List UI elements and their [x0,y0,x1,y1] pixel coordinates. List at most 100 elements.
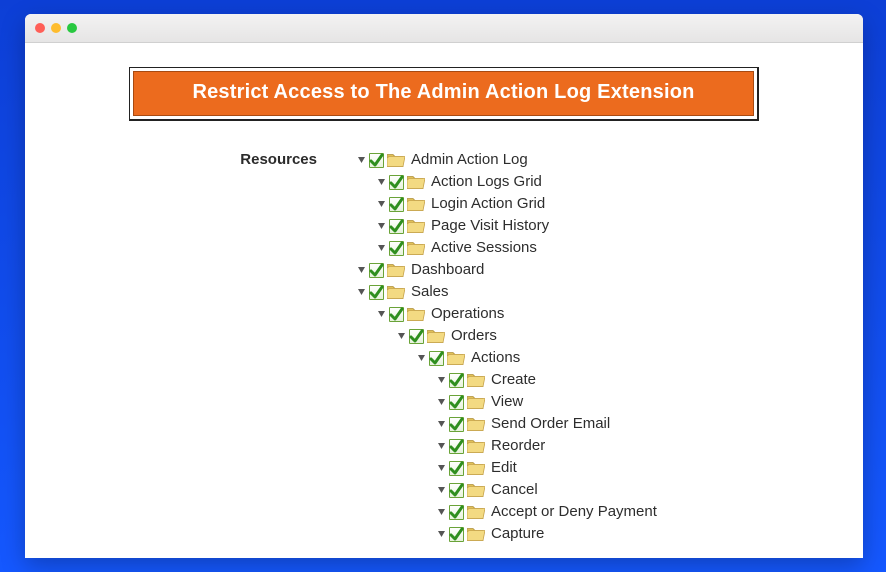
expand-toggle-icon[interactable] [375,310,387,319]
tree-node-label[interactable]: Page Visit History [431,215,549,237]
expand-toggle-icon[interactable] [435,530,447,539]
tree-node-label[interactable]: Send Order Email [491,413,610,435]
resource-checkbox[interactable] [369,263,384,278]
tree-node-label[interactable]: Action Logs Grid [431,171,542,193]
resource-checkbox[interactable] [449,527,464,542]
tree-row: Actions [415,347,863,369]
expand-toggle-icon[interactable] [375,244,387,253]
tree-row: Login Action Grid [375,193,863,215]
tree-row: Accept or Deny Payment [435,501,863,523]
resource-checkbox[interactable] [449,505,464,520]
folder-icon [407,218,425,234]
expand-toggle-icon[interactable] [375,222,387,231]
folder-icon [387,152,405,168]
tree-node-label[interactable]: Login Action Grid [431,193,545,215]
expand-toggle-icon[interactable] [435,420,447,429]
expand-toggle-icon[interactable] [435,442,447,451]
folder-icon [387,262,405,278]
tree-node-orders: OrdersActionsCreateViewSend Order EmailR… [395,325,863,545]
tree-node-label[interactable]: Operations [431,303,504,325]
tree-node-admin-action-log: Admin Action LogAction Logs GridLogin Ac… [355,149,863,259]
expand-toggle-icon[interactable] [375,200,387,209]
tree-node-operations: OperationsOrdersActionsCreateViewSend Or… [375,303,863,545]
tree-node-label[interactable]: Capture [491,523,544,545]
expand-toggle-icon[interactable] [375,178,387,187]
tree-node-label[interactable]: Dashboard [411,259,484,281]
resource-checkbox[interactable] [389,241,404,256]
resource-checkbox[interactable] [449,417,464,432]
resource-checkbox[interactable] [369,285,384,300]
resource-checkbox[interactable] [389,175,404,190]
tree-node-label[interactable]: Actions [471,347,520,369]
tree-row: Page Visit History [375,215,863,237]
folder-icon [407,196,425,212]
tree-row: Send Order Email [435,413,863,435]
tree-node-login-action-grid: Login Action Grid [375,193,863,215]
resource-checkbox[interactable] [449,461,464,476]
window-minimize-button[interactable] [51,23,61,33]
expand-toggle-icon[interactable] [355,156,367,165]
tree-row: Sales [355,281,863,303]
resource-checkbox[interactable] [389,307,404,322]
window-titlebar [25,14,863,43]
resource-checkbox[interactable] [449,395,464,410]
expand-toggle-icon[interactable] [435,376,447,385]
folder-icon [467,416,485,432]
tree-row: View [435,391,863,413]
tree-node-label[interactable]: Edit [491,457,517,479]
expand-toggle-icon[interactable] [355,288,367,297]
tree-node-label[interactable]: Admin Action Log [411,149,528,171]
tree-node-sales: SalesOperationsOrdersActionsCreateViewSe… [355,281,863,545]
tree-node-actions: ActionsCreateViewSend Order EmailReorder… [415,347,863,545]
folder-icon [407,306,425,322]
tree-node-label[interactable]: Cancel [491,479,538,501]
expand-toggle-icon[interactable] [435,486,447,495]
content-body: Resources Admin Action LogAction Logs Gr… [25,149,863,545]
expand-toggle-icon[interactable] [435,464,447,473]
folder-icon [467,394,485,410]
tree-row: Create [435,369,863,391]
tree-node-active-sessions: Active Sessions [375,237,863,259]
resource-checkbox[interactable] [409,329,424,344]
tree-row: Active Sessions [375,237,863,259]
expand-toggle-icon[interactable] [395,332,407,341]
resources-tree: Admin Action LogAction Logs GridLogin Ac… [355,149,863,545]
tree-row: Operations [375,303,863,325]
resources-label: Resources [25,149,355,545]
window-zoom-button[interactable] [67,23,77,33]
window-close-button[interactable] [35,23,45,33]
tree-node-accept-or-deny-payment: Accept or Deny Payment [435,501,863,523]
tree-node-label[interactable]: Accept or Deny Payment [491,501,657,523]
folder-icon [467,526,485,542]
tree-row: Edit [435,457,863,479]
tree-node-label[interactable]: Create [491,369,536,391]
expand-toggle-icon[interactable] [355,266,367,275]
tree-node-label[interactable]: Active Sessions [431,237,537,259]
folder-icon [467,504,485,520]
resource-checkbox[interactable] [389,197,404,212]
resource-checkbox[interactable] [449,483,464,498]
folder-icon [407,174,425,190]
tree-node-label[interactable]: Reorder [491,435,545,457]
tree-node-send-order-email: Send Order Email [435,413,863,435]
tree-node-edit: Edit [435,457,863,479]
tree-node-label[interactable]: Orders [451,325,497,347]
tree-node-page-visit-history: Page Visit History [375,215,863,237]
tree-row: Action Logs Grid [375,171,863,193]
expand-toggle-icon[interactable] [415,354,427,363]
banner-frame: Restrict Access to The Admin Action Log … [129,67,759,121]
tree-node-dashboard: Dashboard [355,259,863,281]
folder-icon [447,350,465,366]
resource-checkbox[interactable] [389,219,404,234]
folder-icon [467,460,485,476]
tree-node-label[interactable]: View [491,391,523,413]
resource-checkbox[interactable] [369,153,384,168]
expand-toggle-icon[interactable] [435,508,447,517]
resource-checkbox[interactable] [449,439,464,454]
tree-node-label[interactable]: Sales [411,281,449,303]
resource-checkbox[interactable] [449,373,464,388]
resource-checkbox[interactable] [429,351,444,366]
app-window: Restrict Access to The Admin Action Log … [25,14,863,558]
tree-node-capture: Capture [435,523,863,545]
expand-toggle-icon[interactable] [435,398,447,407]
